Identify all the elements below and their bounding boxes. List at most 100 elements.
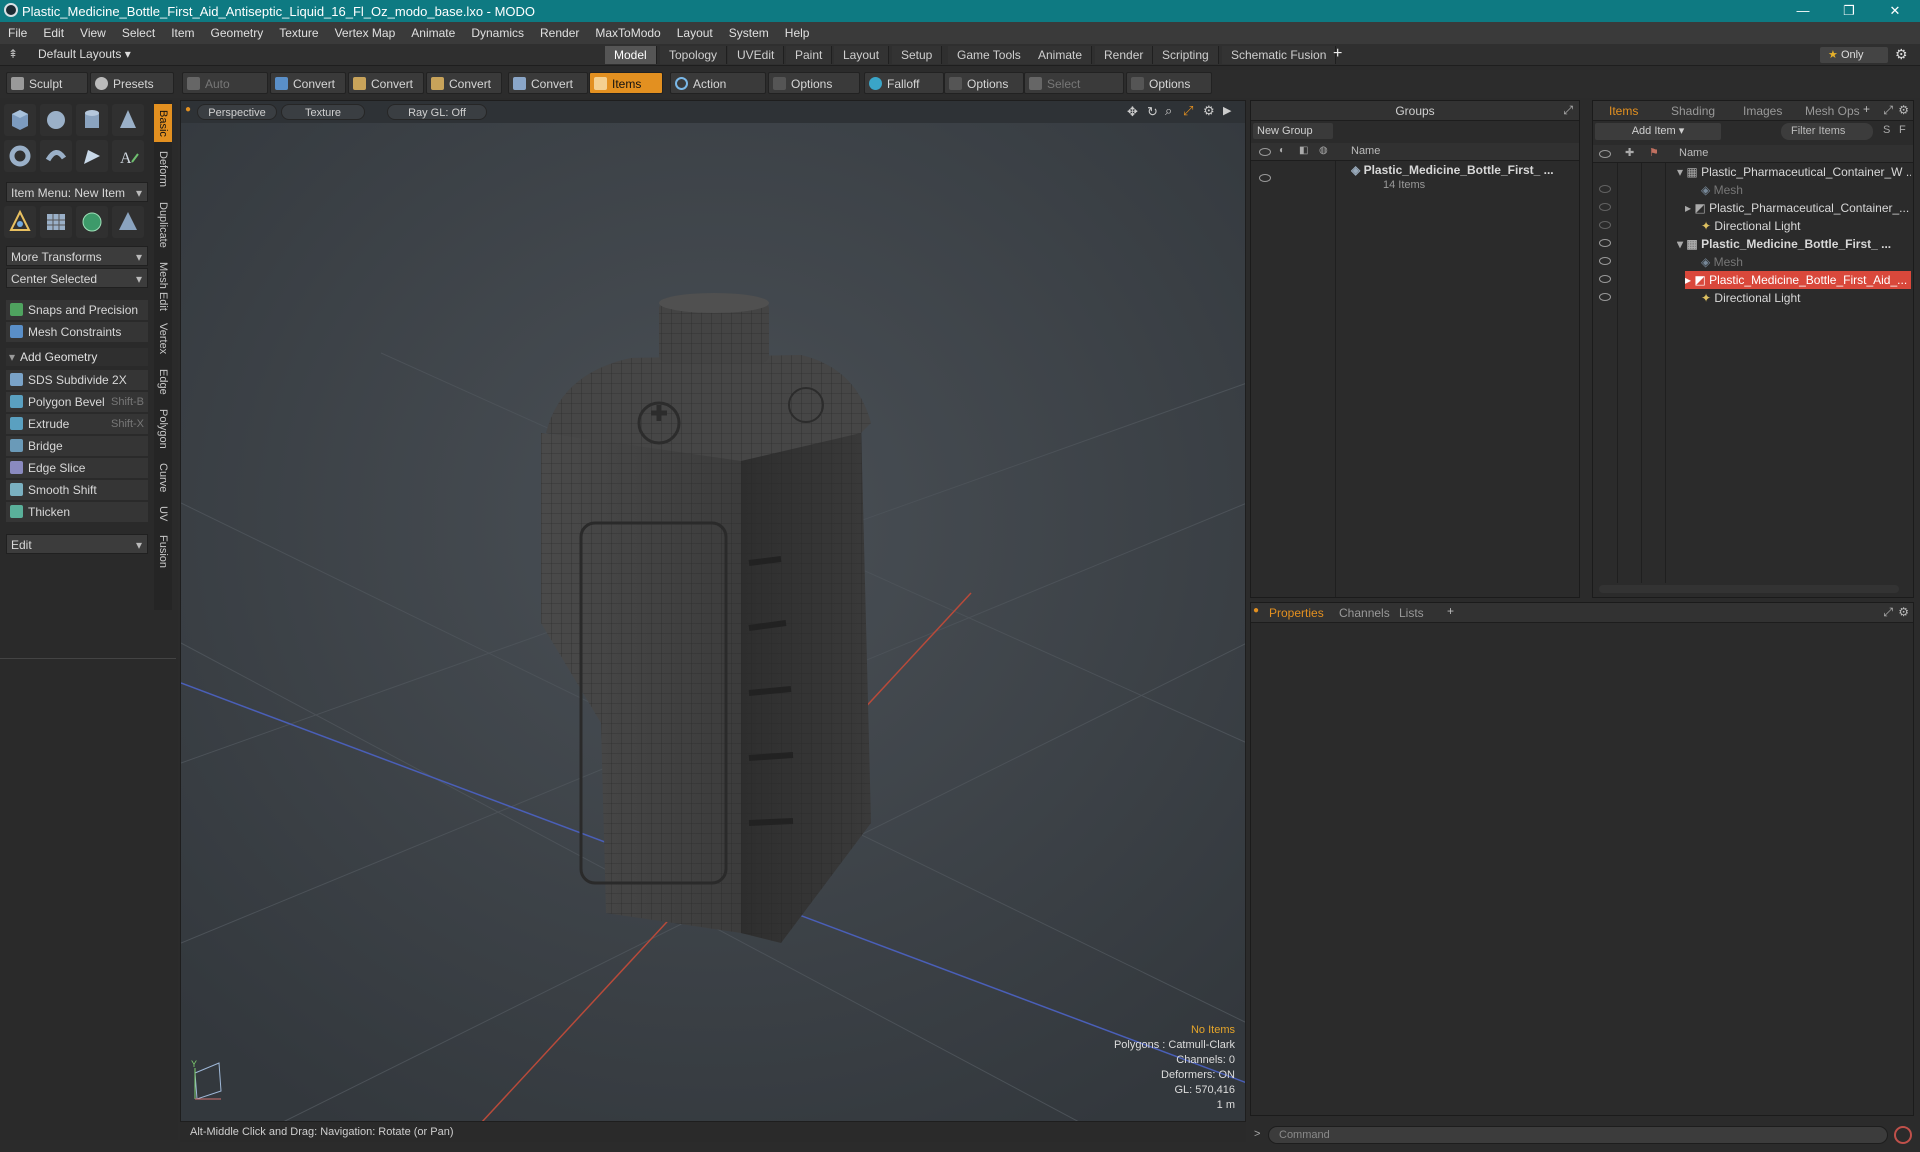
menu-render[interactable]: Render xyxy=(532,26,587,40)
tab-shading[interactable]: Shading xyxy=(1671,104,1715,118)
tab-topology[interactable]: Topology xyxy=(660,46,728,64)
options-button-1[interactable]: Options xyxy=(768,72,860,94)
expand-icon[interactable]: ⤢ xyxy=(1883,103,1893,118)
pyramid-icon[interactable] xyxy=(112,206,144,238)
vtab-fusion[interactable]: Fusion xyxy=(154,530,172,574)
filter-f-button[interactable]: F xyxy=(1899,124,1906,136)
options-button-3[interactable]: Options xyxy=(1126,72,1212,94)
tab-model[interactable]: Model xyxy=(605,46,657,64)
vtab-curve[interactable]: Curve xyxy=(154,458,172,498)
sphere-icon[interactable] xyxy=(40,104,72,136)
zoom-view-icon[interactable]: ⌕ xyxy=(1165,103,1172,119)
convert-edges-button[interactable]: Convert xyxy=(348,72,424,94)
smooth-shift-button[interactable]: Smooth Shift xyxy=(6,480,148,500)
vtab-deform[interactable]: Deform xyxy=(154,146,172,192)
menu-select[interactable]: Select xyxy=(114,26,163,40)
vtab-mesh-edit[interactable]: Mesh Edit xyxy=(154,258,172,314)
vtab-uv[interactable]: UV xyxy=(154,502,172,526)
transform-icon[interactable] xyxy=(4,206,36,238)
menu-vertex-map[interactable]: Vertex Map xyxy=(327,26,404,40)
snaps-precision-button[interactable]: Snaps and Precision xyxy=(6,300,148,320)
item-row-container-mesh[interactable]: ▸ ◩ Plastic_Pharmaceutical_Container_... xyxy=(1685,199,1911,217)
item-row-light-2[interactable]: ✦ Directional Light xyxy=(1701,289,1911,307)
panel-settings-icon[interactable]: ⚙ xyxy=(1898,605,1909,619)
vtab-vertex[interactable]: Vertex xyxy=(154,318,172,360)
item-row-bottle-mesh-selected[interactable]: ▸ ◩ Plastic_Medicine_Bottle_First_Aid_..… xyxy=(1685,271,1911,289)
mesh-constraints-button[interactable]: Mesh Constraints xyxy=(6,322,148,342)
menu-geometry[interactable]: Geometry xyxy=(203,26,272,40)
vtab-duplicate[interactable]: Duplicate xyxy=(154,196,172,254)
item-row-scene-2[interactable]: ▾ ▦ Plastic_Medicine_Bottle_First_ ... xyxy=(1677,235,1911,253)
vtab-basic[interactable]: Basic xyxy=(154,104,172,142)
more-transforms-dropdown[interactable]: More Transforms xyxy=(6,246,148,267)
convert-vertices-button[interactable]: Convert xyxy=(270,72,346,94)
panel-settings-icon[interactable]: ⚙ xyxy=(1898,103,1909,117)
action-center-button[interactable]: Action Center xyxy=(670,72,766,113)
visibility-icon[interactable] xyxy=(1599,293,1611,301)
raygl-dropdown[interactable]: Ray GL: Off xyxy=(387,104,487,120)
convert-polygons-button[interactable]: Convert xyxy=(426,72,502,94)
item-menu-dropdown[interactable]: Item Menu: New Item xyxy=(6,182,148,203)
items-mode-button[interactable]: Items xyxy=(589,72,663,94)
menu-system[interactable]: System xyxy=(721,26,777,40)
presets-button[interactable]: Presets F6 xyxy=(90,72,174,113)
filter-items-input[interactable]: Filter Items xyxy=(1781,123,1873,140)
layout-toggle-icon[interactable]: ⇞ xyxy=(8,47,18,61)
viewport-expand-icon[interactable]: ▶ xyxy=(1223,104,1231,117)
record-icon[interactable] xyxy=(1894,1126,1912,1144)
menu-help[interactable]: Help xyxy=(777,26,818,40)
tab-properties[interactable]: Properties xyxy=(1269,606,1324,620)
item-row-light-1[interactable]: ✦ Directional Light xyxy=(1701,217,1911,235)
maximize-button[interactable]: ❐ xyxy=(1826,0,1872,22)
thicken-button[interactable]: Thicken xyxy=(6,502,148,522)
tab-channels[interactable]: Channels xyxy=(1339,606,1390,620)
tab-images[interactable]: Images xyxy=(1743,104,1782,118)
close-button[interactable]: ✕ xyxy=(1872,0,1918,22)
sculpt-button[interactable]: Sculpt xyxy=(6,72,88,94)
visibility-icon[interactable] xyxy=(1599,185,1611,193)
tab-animate[interactable]: Animate xyxy=(1029,46,1093,64)
cylinder-icon[interactable] xyxy=(76,104,108,136)
horizontal-scrollbar[interactable] xyxy=(1599,585,1899,593)
menu-edit[interactable]: Edit xyxy=(35,26,72,40)
edit-dropdown[interactable]: Edit xyxy=(6,534,148,555)
vtab-edge[interactable]: Edge xyxy=(154,364,172,400)
options-button-2[interactable]: Options xyxy=(944,72,1024,94)
tab-schematic-fusion[interactable]: Schematic Fusion xyxy=(1222,46,1337,64)
convert-items-button[interactable]: Convert xyxy=(508,72,588,94)
panel-menu-icon[interactable]: ● xyxy=(1253,605,1259,616)
cone-icon[interactable] xyxy=(112,104,144,136)
viewport-menu-icon[interactable]: ● xyxy=(185,104,191,115)
tab-scripting[interactable]: Scripting xyxy=(1153,46,1219,64)
item-row-scene-1[interactable]: ▾ ▦ Plastic_Pharmaceutical_Container_W .… xyxy=(1677,163,1911,181)
tab-lists[interactable]: Lists xyxy=(1399,606,1424,620)
visibility-icon[interactable] xyxy=(1599,275,1611,283)
menu-animate[interactable]: Animate xyxy=(403,26,463,40)
expand-icon[interactable]: ⤢ xyxy=(1563,103,1573,118)
cube-icon[interactable] xyxy=(4,104,36,136)
menu-maxtomodo[interactable]: MaxToModo xyxy=(587,26,668,40)
pen-icon[interactable] xyxy=(76,140,108,172)
visibility-icon[interactable] xyxy=(1599,239,1611,247)
tab-items[interactable]: Items xyxy=(1609,104,1638,118)
text-tool-icon[interactable]: A xyxy=(112,140,144,172)
tab-game-tools[interactable]: Game Tools xyxy=(948,46,1031,64)
visibility-icon[interactable] xyxy=(1599,203,1611,211)
item-row-mesh-1[interactable]: ◈ Mesh xyxy=(1701,181,1911,199)
bridge-button[interactable]: Bridge xyxy=(6,436,148,456)
only-toggle[interactable]: ★ Only xyxy=(1820,47,1888,63)
tab-uvedit[interactable]: UVEdit xyxy=(728,46,785,64)
filter-s-button[interactable]: S xyxy=(1883,124,1890,136)
settings-gear-icon[interactable]: ⚙ xyxy=(1895,46,1908,63)
menu-item[interactable]: Item xyxy=(163,26,202,40)
add-geometry-section[interactable]: ▾ Add Geometry xyxy=(6,348,148,366)
tab-paint[interactable]: Paint xyxy=(786,46,833,64)
perspective-dropdown[interactable]: Perspective xyxy=(197,104,277,120)
extrude-button[interactable]: Extrude Shift-X xyxy=(6,414,148,434)
center-selected-dropdown[interactable]: Center Selected xyxy=(6,268,148,289)
group-visibility-icon[interactable] xyxy=(1259,174,1271,182)
viewport-settings-icon[interactable]: ⚙ xyxy=(1203,103,1215,119)
visibility-icon[interactable] xyxy=(1599,257,1611,265)
expand-icon[interactable]: ⤢ xyxy=(1883,605,1893,620)
tube-icon[interactable] xyxy=(40,140,72,172)
